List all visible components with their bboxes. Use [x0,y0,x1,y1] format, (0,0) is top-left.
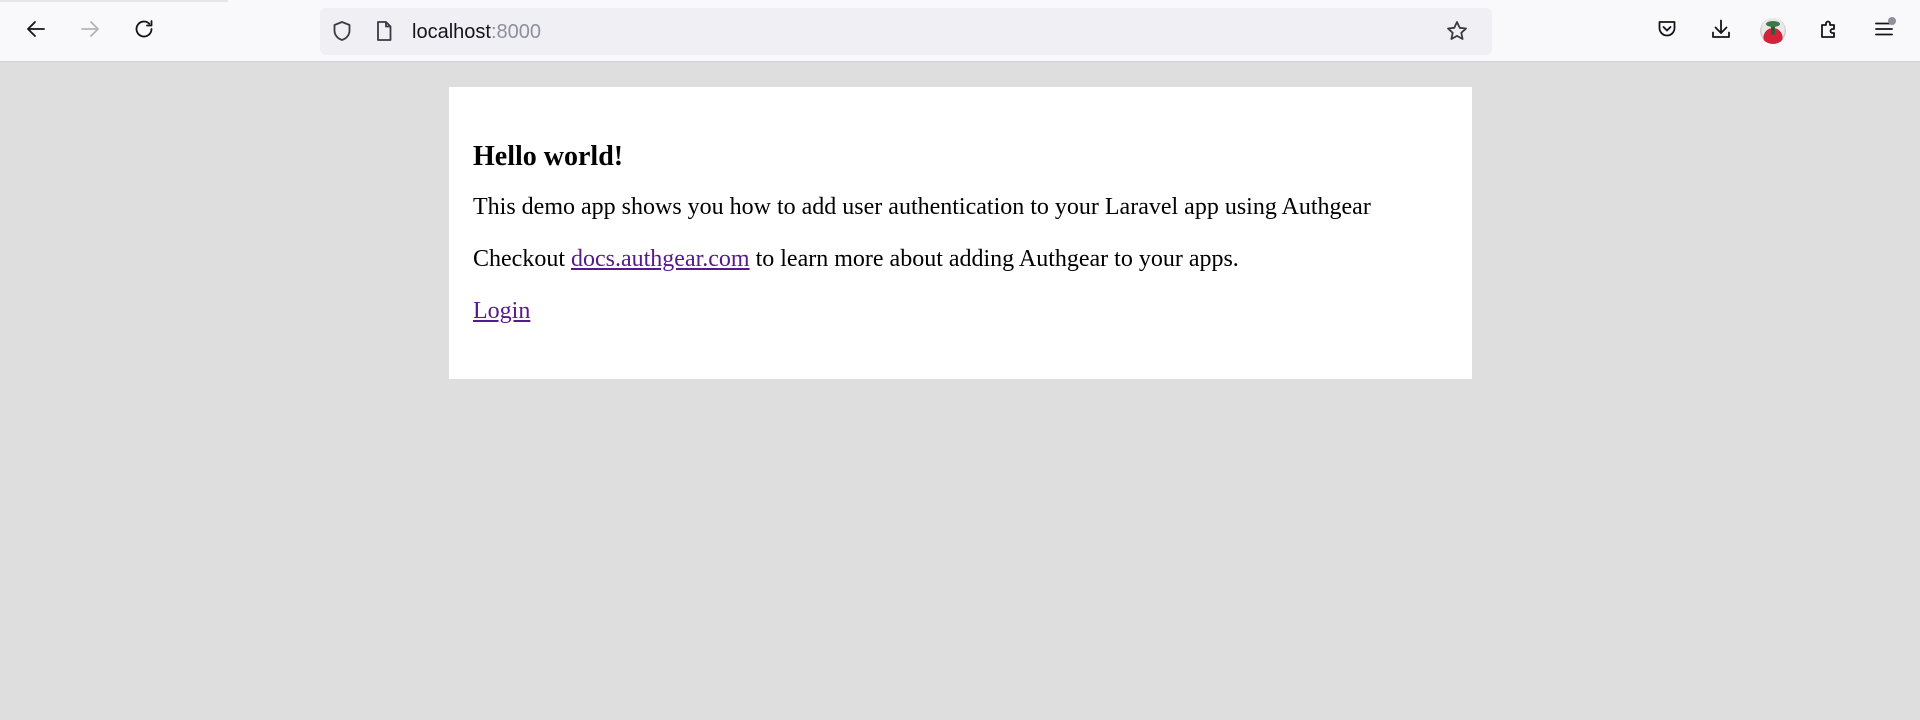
login-link[interactable]: Login [473,298,530,324]
docs-link[interactable]: docs.authgear.com [571,246,750,272]
login-paragraph: Login [473,295,1448,327]
avatar[interactable] [1760,18,1786,44]
browser-toolbar: localhost:8000 [0,0,1920,62]
downloads-button[interactable] [1702,12,1740,50]
url-host: localhost [412,21,491,43]
puzzle-icon [1817,17,1841,46]
reload-icon [132,17,156,46]
page-title: Hello world! [473,141,624,172]
forward-button[interactable] [71,12,109,50]
reload-button[interactable] [125,12,163,50]
url-text[interactable]: localhost:8000 [412,19,541,45]
arrow-left-icon [24,17,48,46]
extensions-button[interactable] [1810,12,1848,50]
back-button[interactable] [17,12,55,50]
update-dot [1888,17,1896,25]
checkout-prefix: Checkout [473,246,571,272]
pocket-icon [1655,17,1679,46]
url-port: :8000 [490,21,541,43]
content-card: Hello world! This demo app shows you how… [449,87,1472,379]
docs-paragraph: Checkout docs.authgear.com to learn more… [473,243,1448,275]
download-icon [1709,17,1733,46]
arrow-right-icon [78,17,102,46]
pocket-button[interactable] [1648,12,1686,50]
star-icon[interactable] [1445,19,1469,43]
shield-icon[interactable] [330,19,354,43]
description-text: This demo app shows you how to add user … [473,194,1371,220]
menu-button[interactable] [1865,12,1903,50]
checkout-suffix: to learn more about adding Authgear to y… [749,246,1239,272]
address-bar[interactable]: localhost:8000 [320,8,1492,55]
tab-strip-edge [0,0,228,2]
page-icon[interactable] [372,19,396,43]
